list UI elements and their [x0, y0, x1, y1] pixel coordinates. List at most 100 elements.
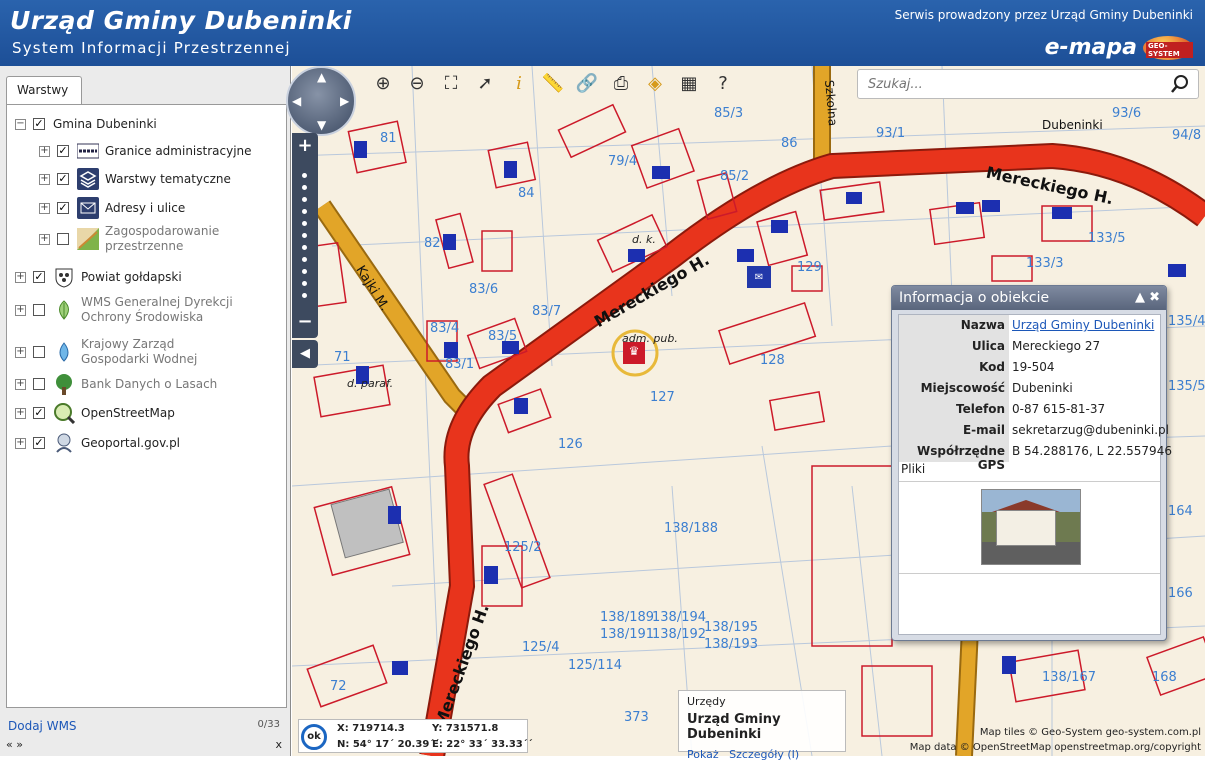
pan-up-icon[interactable]: ▲ — [317, 70, 326, 84]
pan-left-icon[interactable]: ◀ — [292, 94, 301, 108]
expand-icon[interactable]: + — [15, 437, 26, 449]
poi-name: Urząd Gminy Dubeninki — [687, 712, 781, 742]
parcel-number: 138/188 — [664, 521, 719, 536]
zoom-tick[interactable] — [302, 233, 307, 238]
info-icon[interactable]: i — [506, 70, 532, 96]
zoom-tick[interactable] — [302, 173, 307, 178]
globe-icon: GEO-SYSTEM — [1143, 35, 1193, 60]
help-icon[interactable]: ? — [710, 70, 736, 96]
pan-control[interactable]: ▲ ▼ ◀ ▶ — [286, 66, 356, 136]
layer-checkbox[interactable]: ✓ — [33, 407, 45, 419]
parcel-number: 138/193 — [704, 637, 759, 652]
expand-icon[interactable]: + — [39, 173, 50, 185]
expand-icon[interactable]: + — [39, 233, 50, 245]
collapse-panel-button[interactable]: ◀ — [292, 340, 318, 368]
layer-checkbox[interactable] — [57, 233, 69, 245]
sidebar-arrows[interactable]: « » — [6, 738, 23, 751]
expand-icon[interactable]: + — [15, 271, 26, 283]
link-icon[interactable]: 🔗 — [574, 70, 600, 96]
parcel-number: 138/194 — [652, 610, 707, 625]
tab-warstwy[interactable]: Warstwy — [6, 76, 82, 104]
zoom-tick[interactable] — [302, 185, 307, 190]
close-icon[interactable]: ✖ — [1149, 290, 1160, 305]
layer-checkbox[interactable]: ✓ — [33, 118, 45, 130]
search-icon[interactable] — [1170, 74, 1190, 94]
pointer-icon[interactable]: ➚ — [472, 70, 498, 96]
zoom-tick[interactable] — [302, 293, 307, 298]
zoom-tick[interactable] — [302, 269, 307, 274]
info-value: 19-504 — [1012, 360, 1055, 374]
full-extent-icon[interactable]: ⛶ — [438, 70, 464, 96]
parcel-number: 138/191 — [600, 627, 655, 642]
pan-right-icon[interactable]: ▶ — [340, 94, 349, 108]
add-wms-link[interactable]: Dodaj WMS — [8, 719, 77, 733]
info-key: E-mail — [899, 420, 1009, 441]
ok-button[interactable]: ok — [301, 724, 327, 750]
zoom-tick[interactable] — [302, 257, 307, 262]
expand-icon[interactable]: + — [15, 378, 26, 390]
expand-icon[interactable]: + — [15, 304, 26, 316]
zoom-tick[interactable] — [302, 281, 307, 286]
pan-down-icon[interactable]: ▼ — [317, 118, 326, 132]
parcel-number: 168 — [1152, 670, 1177, 685]
expand-icon[interactable]: + — [15, 407, 26, 419]
office-photo[interactable] — [981, 489, 1081, 565]
layer-checkbox[interactable]: ✓ — [33, 437, 45, 449]
layer-checkbox[interactable] — [33, 346, 45, 358]
object-info-popup: Informacja o obiekcie ▲ ✖ Nazwa Urząd Gmi… — [891, 285, 1172, 641]
sidebar-footer-controls: « » x — [6, 738, 286, 751]
zoom-tick[interactable] — [302, 221, 307, 226]
zoning-icon — [77, 228, 99, 250]
layers-tree: − ✓ Gmina Dubeninki + ✓ Granice administ… — [6, 104, 287, 708]
logo-badge: GEO-SYSTEM — [1146, 41, 1193, 58]
layout-icon[interactable]: ▦ — [676, 70, 702, 96]
zoom-tick[interactable] — [302, 245, 307, 250]
parcel-number: 83/1 — [445, 357, 475, 372]
search-box[interactable] — [857, 69, 1199, 99]
expand-icon[interactable]: + — [39, 145, 50, 157]
layer-label: Granice administracyjne — [105, 144, 252, 158]
expand-icon[interactable]: + — [15, 346, 26, 358]
layer-checkbox[interactable]: ✓ — [33, 271, 45, 283]
data-attribution: Map data © OpenStreetMap openstreetmap.o… — [909, 742, 1201, 753]
geoportal-icon — [53, 432, 75, 454]
zoom-in-icon[interactable]: ⊕ — [370, 70, 396, 96]
layer-osm: + ✓ OpenStreetMap — [15, 402, 175, 424]
expand-icon[interactable]: + — [39, 202, 50, 214]
parcel-number: 93/1 — [876, 126, 906, 141]
office-emblem-icon[interactable]: ♛ — [623, 344, 645, 358]
layer-checkbox[interactable]: ✓ — [57, 145, 69, 157]
collapse-icon[interactable]: − — [15, 118, 26, 130]
layer-checkbox[interactable] — [33, 304, 45, 316]
parcel-number: 72 — [330, 679, 347, 694]
details-link[interactable]: Szczegóły (I) — [729, 748, 799, 761]
sidebar-close[interactable]: x — [275, 738, 282, 751]
search-input[interactable] — [858, 70, 1158, 98]
show-link[interactable]: Pokaż — [687, 748, 719, 761]
zoom-slider[interactable]: + − — [292, 133, 318, 338]
zoom-tick[interactable] — [302, 209, 307, 214]
layers-icon[interactable]: ◈ — [642, 70, 668, 96]
popup-title: Informacja o obiekcie — [899, 290, 1050, 306]
layer-checkbox[interactable]: ✓ — [57, 173, 69, 185]
zoom-in-button[interactable]: + — [292, 135, 318, 156]
layer-checkbox[interactable] — [33, 378, 45, 390]
leaf-icon — [53, 299, 75, 321]
parcel-number: 133/3 — [1026, 256, 1064, 271]
parcel-number: 166 — [1168, 586, 1193, 601]
office-name-link[interactable]: Urząd Gminy Dubeninki — [1012, 318, 1154, 332]
measure-icon[interactable]: 📏 — [540, 70, 566, 96]
zoom-tick[interactable] — [302, 197, 307, 202]
minimize-icon[interactable]: ▲ — [1135, 290, 1145, 305]
layer-granice: + ✓ Granice administracyjne — [39, 140, 252, 162]
zoom-out-button[interactable]: − — [292, 311, 318, 332]
print-icon[interactable]: ⎙ — [608, 70, 634, 96]
layer-checkbox[interactable]: ✓ — [57, 202, 69, 214]
layer-kzgw: + Krajowy Zarząd Gospodarki Wodnej — [15, 337, 265, 367]
zoom-out-icon[interactable]: ⊖ — [404, 70, 430, 96]
parcel-number: 138/167 — [1042, 670, 1097, 685]
emapa-logo[interactable]: e-mapa GEO-SYSTEM — [1045, 35, 1193, 60]
parcel-number: 85/3 — [714, 106, 744, 121]
layer-gdos: + WMS Generalnej Dyrekcji Ochrony Środow… — [15, 295, 265, 325]
parcel-number: 79/4 — [608, 154, 638, 169]
